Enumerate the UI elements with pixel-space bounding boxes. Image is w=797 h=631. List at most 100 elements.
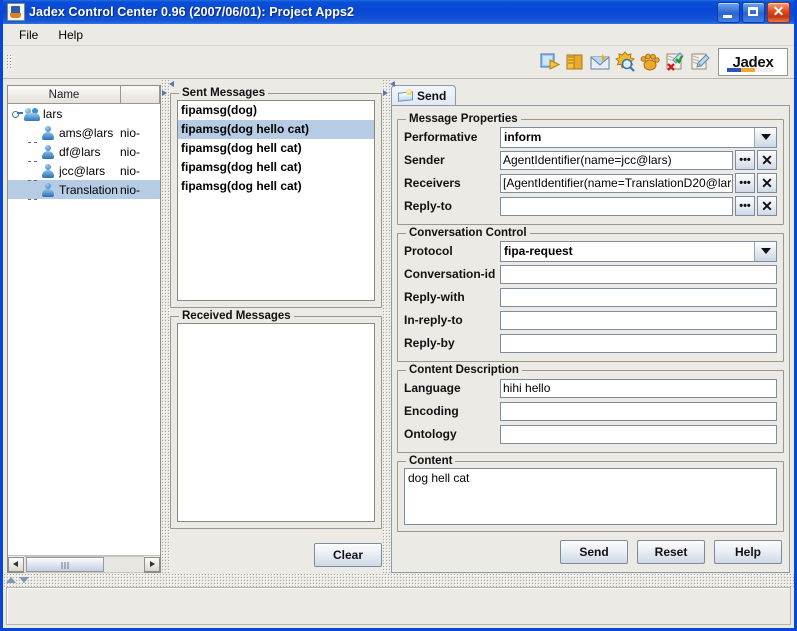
jadex-logo: Jadex bbox=[718, 48, 788, 76]
tree-horizontal-scrollbar[interactable] bbox=[8, 555, 160, 573]
tracer-paw-icon[interactable] bbox=[639, 51, 661, 73]
expand-toggle-icon[interactable] bbox=[10, 107, 24, 121]
tree-column-header: Name bbox=[8, 86, 160, 104]
minimize-button[interactable] bbox=[717, 2, 740, 23]
collapse-right-icon[interactable] bbox=[383, 81, 395, 87]
chevron-down-icon[interactable] bbox=[754, 241, 776, 261]
sender-label: Sender bbox=[404, 153, 445, 167]
performative-value: inform bbox=[504, 129, 542, 144]
editor-error-icon[interactable] bbox=[664, 51, 686, 73]
sender-input[interactable]: AgentIdentifier(name=jcc@lars) bbox=[500, 150, 733, 170]
receivers-browse-button[interactable]: ••• bbox=[735, 173, 755, 193]
performative-combobox[interactable]: inform bbox=[500, 126, 777, 148]
reset-button[interactable]: Reset bbox=[637, 540, 705, 564]
reply-to-browse-button[interactable]: ••• bbox=[735, 196, 755, 216]
split-divider-left[interactable] bbox=[161, 79, 174, 573]
tab-bar: Send bbox=[391, 85, 790, 105]
language-input[interactable]: hihi hello bbox=[500, 378, 777, 398]
main-split-pane: Name lars ams@lars nio- df@lars nio- jcc… bbox=[3, 79, 794, 573]
list-item[interactable]: fipamsg(dog hell cat) bbox=[178, 139, 374, 158]
conversation-id-input[interactable] bbox=[500, 264, 777, 284]
reply-to-clear-button[interactable]: ✕ bbox=[757, 196, 777, 216]
sender-control: AgentIdentifier(name=jcc@lars) ••• ✕ bbox=[500, 150, 777, 170]
tab-send[interactable]: Send bbox=[391, 85, 457, 105]
list-item[interactable]: fipamsg(dog hell cat) bbox=[178, 158, 374, 177]
split-divider-right[interactable] bbox=[382, 79, 395, 573]
tree-row-df[interactable]: df@lars nio- bbox=[8, 142, 160, 162]
editor-icon[interactable] bbox=[689, 51, 711, 73]
in-reply-to-label: In-reply-to bbox=[404, 313, 463, 327]
status-expand-icon[interactable] bbox=[19, 577, 29, 583]
encoding-input[interactable] bbox=[500, 401, 777, 421]
collapse-left-icon[interactable] bbox=[162, 81, 174, 87]
performative-label: Performative bbox=[404, 130, 478, 144]
encoding-label: Encoding bbox=[404, 404, 459, 418]
conversation-id-control bbox=[500, 264, 777, 284]
sender-browse-button[interactable]: ••• bbox=[735, 150, 755, 170]
status-strip[interactable] bbox=[3, 573, 794, 587]
content-group: Content dog hell cat bbox=[397, 455, 784, 532]
sender-clear-button[interactable]: ✕ bbox=[757, 150, 777, 170]
in-reply-to-control bbox=[500, 310, 777, 330]
tool-bar: Jadex bbox=[3, 46, 794, 79]
sent-messages-list[interactable]: fipamsg(dog) fipamsg(dog hello cat) fipa… bbox=[177, 100, 375, 301]
agent-icon bbox=[40, 182, 56, 198]
list-item[interactable]: fipamsg(dog) bbox=[178, 101, 374, 120]
menu-help[interactable]: Help bbox=[50, 26, 91, 44]
list-item[interactable]: fipamsg(dog hello cat) bbox=[178, 120, 374, 139]
language-control: hihi hello bbox=[500, 378, 777, 398]
reply-to-label: Reply-to bbox=[404, 199, 452, 213]
message-properties-group: Message Properties Performative inform S… bbox=[397, 113, 784, 225]
received-messages-group: Received Messages bbox=[170, 310, 382, 529]
tree-column-second[interactable] bbox=[121, 86, 160, 103]
content-textarea[interactable]: dog hell cat bbox=[404, 468, 777, 525]
maximize-button[interactable] bbox=[742, 2, 765, 23]
clear-button[interactable]: Clear bbox=[314, 543, 382, 567]
agent-icon bbox=[40, 125, 56, 141]
scroll-track[interactable] bbox=[24, 555, 144, 573]
menu-file[interactable]: File bbox=[11, 26, 46, 44]
scroll-thumb[interactable] bbox=[26, 556, 104, 572]
tree-row-jcc[interactable]: jcc@lars nio- bbox=[8, 161, 160, 181]
toolbar-drag-handle[interactable] bbox=[6, 54, 13, 70]
chevron-down-icon[interactable] bbox=[754, 127, 776, 147]
tree-column-name[interactable]: Name bbox=[8, 86, 121, 103]
jadex-logo-text: Jadex bbox=[732, 53, 774, 71]
reply-by-input[interactable] bbox=[500, 333, 777, 353]
reply-to-input[interactable] bbox=[500, 196, 733, 216]
message-envelope-icon[interactable] bbox=[589, 51, 611, 73]
language-row: Language hihi hello bbox=[404, 377, 777, 399]
reply-with-label: Reply-with bbox=[404, 290, 465, 304]
protocol-control: fipa-request bbox=[500, 240, 777, 262]
tree-row-label: Translation bbox=[59, 182, 118, 197]
tree-row-translation[interactable]: Translation nio- bbox=[8, 180, 160, 200]
tree-row-second: nio- bbox=[120, 144, 141, 159]
close-button[interactable] bbox=[767, 2, 790, 23]
ontology-control bbox=[500, 424, 777, 444]
scroll-left-button[interactable] bbox=[8, 556, 24, 572]
list-item[interactable]: fipamsg(dog hell cat) bbox=[178, 177, 374, 196]
library-book-icon[interactable] bbox=[564, 51, 586, 73]
receivers-clear-button[interactable]: ✕ bbox=[757, 173, 777, 193]
status-collapse-icon[interactable] bbox=[6, 577, 16, 583]
start-agent-icon[interactable] bbox=[539, 51, 561, 73]
tree-row-label: df@lars bbox=[59, 144, 101, 159]
ontology-input[interactable] bbox=[500, 424, 777, 444]
reply-by-row: Reply-by bbox=[404, 332, 777, 354]
receivers-input[interactable]: [AgentIdentifier(name=TranslationD20@lar… bbox=[500, 173, 733, 193]
protocol-combobox[interactable]: fipa-request bbox=[500, 240, 777, 262]
send-button[interactable]: Send bbox=[560, 540, 628, 564]
tree-row-lars[interactable]: lars bbox=[8, 104, 160, 123]
sender-row: Sender AgentIdentifier(name=jcc@lars) ••… bbox=[404, 149, 777, 171]
df-search-icon[interactable] bbox=[614, 51, 636, 73]
application-window: Jadex Control Center 0.96 (2007/06/01): … bbox=[0, 0, 797, 631]
scroll-right-button[interactable] bbox=[144, 556, 160, 572]
expand-right-icon[interactable] bbox=[383, 90, 395, 96]
ontology-label: Ontology bbox=[404, 427, 457, 441]
help-button[interactable]: Help bbox=[714, 540, 782, 564]
in-reply-to-input[interactable] bbox=[500, 310, 777, 330]
reply-with-input[interactable] bbox=[500, 287, 777, 307]
tree-row-ams[interactable]: ams@lars nio- bbox=[8, 123, 160, 143]
protocol-value: fipa-request bbox=[504, 243, 573, 258]
received-messages-list[interactable] bbox=[177, 323, 375, 522]
